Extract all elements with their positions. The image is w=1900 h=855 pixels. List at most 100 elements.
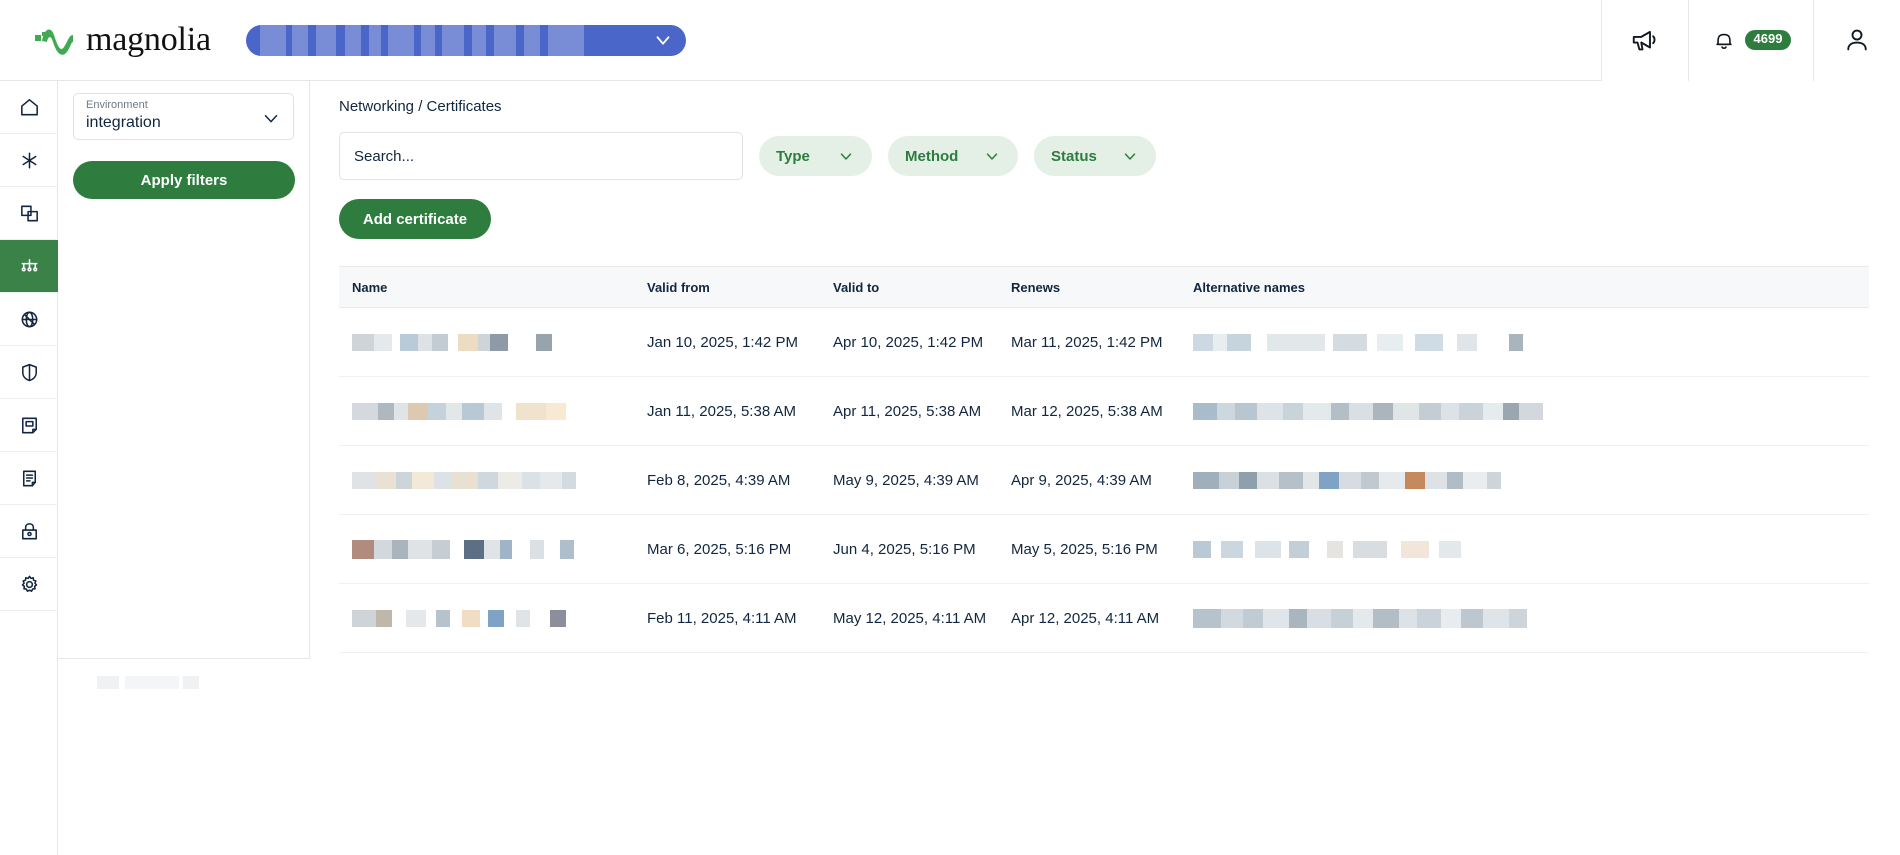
column-header-alt-names[interactable]: Alternative names (1193, 266, 1869, 308)
environment-label: Environment (86, 99, 148, 111)
lock-icon (21, 522, 37, 539)
cell-valid-to: May 9, 2025, 4:39 AM (833, 445, 1011, 515)
sidebar-item-networking[interactable] (0, 240, 58, 293)
cell-valid-from: Jan 10, 2025, 1:42 PM (647, 307, 833, 377)
gear-icon (21, 575, 37, 592)
environment-value: integration (86, 114, 161, 132)
column-header-name[interactable]: Name (339, 266, 647, 308)
cell-valid-to: Jun 4, 2025, 5:16 PM (833, 514, 1011, 584)
cell-valid-to: Apr 11, 2025, 5:38 AM (833, 376, 1011, 446)
table-row[interactable]: Jan 11, 2025, 5:38 AM Apr 11, 2025, 5:38… (339, 376, 1869, 446)
filter-chip-status[interactable]: Status (1034, 136, 1156, 176)
network-icon (21, 258, 37, 271)
column-header-valid-to[interactable]: Valid to (833, 266, 1011, 308)
cell-alt-names-redacted (1193, 445, 1869, 515)
chevron-down-icon (1124, 153, 1136, 160)
cell-alt-names-redacted (1193, 514, 1869, 584)
cell-name-redacted (339, 514, 647, 584)
cell-valid-to: May 12, 2025, 4:11 AM (833, 583, 1011, 653)
note-icon (22, 470, 36, 486)
cell-renews: Mar 12, 2025, 5:38 AM (1011, 376, 1193, 446)
bell-icon (1715, 33, 1732, 49)
sidebar-item-security[interactable] (0, 346, 58, 399)
toolbar: Type Method Status (339, 132, 1900, 180)
sidebar-item-settings[interactable] (0, 558, 58, 611)
cell-valid-from: Mar 6, 2025, 5:16 PM (647, 514, 833, 584)
sidebar-item-home[interactable] (0, 81, 58, 134)
user-avatar-icon (1847, 29, 1867, 51)
main-content: Networking / Certificates Type Method St… (311, 81, 1900, 855)
column-header-valid-from[interactable]: Valid from (647, 266, 833, 308)
chevron-down-icon (840, 153, 852, 160)
certificates-table-wrapper: Name Valid from Valid to Renews Alternat… (339, 266, 1900, 653)
table-row[interactable]: Feb 11, 2025, 4:11 AM May 12, 2025, 4:11… (339, 583, 1869, 653)
filter-chip-type-label: Type (776, 147, 810, 165)
environment-selector-redacted[interactable] (245, 24, 686, 56)
apply-filters-button[interactable]: Apply filters (73, 161, 295, 199)
globe-slash-icon (21, 311, 37, 327)
magnolia-wave-logo-icon (35, 29, 73, 55)
table-body: Jan 10, 2025, 1:42 PM Apr 10, 2025, 1:42… (339, 307, 1869, 653)
search-input[interactable] (354, 147, 728, 165)
home-icon (20, 98, 38, 115)
chevron-down-icon (986, 153, 998, 160)
filter-chip-method-label: Method (905, 147, 959, 165)
sidebar-item-apps[interactable] (0, 134, 58, 187)
cell-name-redacted (339, 445, 647, 515)
chevron-down-icon (264, 114, 278, 123)
table-header-row: Name Valid from Valid to Renews Alternat… (339, 266, 1869, 308)
cell-valid-to: Apr 10, 2025, 1:42 PM (833, 307, 1011, 377)
table-row[interactable]: Mar 6, 2025, 5:16 PM Jun 4, 2025, 5:16 P… (339, 514, 1869, 584)
brand-logo[interactable]: magnolia (34, 23, 211, 57)
account-button[interactable] (1813, 0, 1900, 81)
sidebar-item-secrets[interactable] (0, 505, 58, 558)
redacted-name (352, 472, 647, 489)
notifications-count-badge: 4699 (1744, 30, 1792, 50)
footer-redacted-text (97, 676, 199, 689)
megaphone-icon (1632, 30, 1656, 51)
sidebar-item-dns[interactable] (0, 293, 58, 346)
sidebar-item-logs[interactable] (0, 399, 58, 452)
redacted-alt-names (1193, 609, 1869, 628)
asterisk-icon (22, 152, 36, 168)
redacted-alt-names (1193, 472, 1869, 489)
cell-alt-names-redacted (1193, 583, 1869, 653)
table-row[interactable]: Jan 10, 2025, 1:42 PM Apr 10, 2025, 1:42… (339, 307, 1869, 377)
chevron-down-icon (656, 36, 670, 45)
add-certificate-button[interactable]: Add certificate (339, 199, 491, 239)
search-box[interactable] (339, 132, 743, 180)
cell-name-redacted (339, 307, 647, 377)
filters-panel-divider (58, 658, 310, 659)
redacted-name (352, 610, 647, 627)
cell-alt-names-redacted (1193, 307, 1869, 377)
environment-field[interactable]: Environment integration (73, 93, 294, 140)
cell-name-redacted (339, 376, 647, 446)
cell-valid-from: Feb 11, 2025, 4:11 AM (647, 583, 833, 653)
brand-name: magnolia (86, 21, 211, 58)
cell-alt-names-redacted (1193, 376, 1869, 446)
shield-icon (21, 363, 37, 381)
redacted-alt-names (1193, 541, 1869, 558)
redacted-name (352, 403, 647, 420)
layers-icon (20, 205, 38, 221)
cell-renews: Mar 11, 2025, 1:42 PM (1011, 307, 1193, 377)
sidebar-item-notes[interactable] (0, 452, 58, 505)
document-fold-icon (21, 417, 37, 433)
breadcrumb: Networking / Certificates (339, 98, 502, 115)
cell-name-redacted (339, 583, 647, 653)
announcements-button[interactable] (1601, 0, 1688, 81)
column-header-renews[interactable]: Renews (1011, 266, 1193, 308)
sidebar-item-stacks[interactable] (0, 187, 58, 240)
notifications-button[interactable]: 4699 (1688, 0, 1813, 81)
cell-renews: Apr 12, 2025, 4:11 AM (1011, 583, 1193, 653)
redacted-alt-names (1193, 334, 1869, 351)
cell-valid-from: Jan 11, 2025, 5:38 AM (647, 376, 833, 446)
filter-chip-type[interactable]: Type (759, 136, 872, 176)
cell-valid-from: Feb 8, 2025, 4:39 AM (647, 445, 833, 515)
top-bar: magnolia 4699 (0, 0, 1900, 81)
table-row[interactable]: Feb 8, 2025, 4:39 AM May 9, 2025, 4:39 A… (339, 445, 1869, 515)
redacted-name (352, 540, 647, 559)
cell-renews: May 5, 2025, 5:16 PM (1011, 514, 1193, 584)
filter-chip-status-label: Status (1051, 147, 1097, 165)
filter-chip-method[interactable]: Method (888, 136, 1018, 176)
